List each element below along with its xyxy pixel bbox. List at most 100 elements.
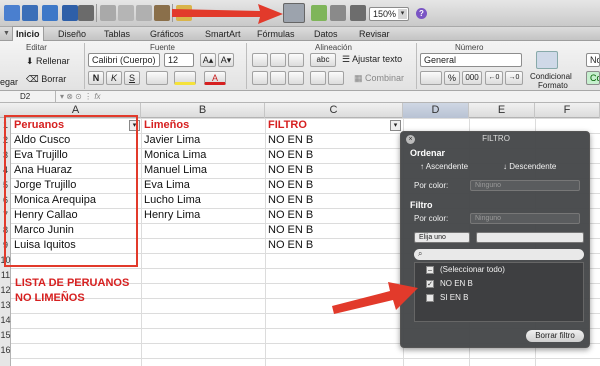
ribbon-collapse-icon[interactable]: ▼ (3, 30, 10, 37)
wrap-text-button[interactable]: ☰ Ajustar texto (342, 54, 402, 65)
row-header[interactable]: 12 (0, 285, 11, 295)
cell-style-good[interactable]: Co (586, 71, 600, 85)
bold-button[interactable]: N (88, 71, 104, 85)
align-center-button[interactable] (270, 71, 286, 85)
borders-button[interactable] (146, 71, 168, 85)
column-header-b[interactable]: B (141, 103, 265, 118)
cell-b1[interactable]: Limeños (144, 118, 189, 133)
row-header[interactable]: 15 (0, 330, 11, 340)
name-box[interactable]: D2 (0, 91, 56, 103)
filter-item-label[interactable]: NO EN B (440, 279, 473, 288)
paste-icon[interactable] (136, 5, 152, 21)
font-size-select[interactable]: 12 (164, 53, 194, 67)
print-icon[interactable] (78, 5, 94, 21)
indent-decrease-button[interactable] (310, 71, 326, 85)
filter-toggle-icon[interactable] (283, 3, 305, 23)
filter-item-checkbox[interactable] (426, 294, 434, 302)
filter-item-checkbox[interactable]: – (426, 266, 434, 274)
percent-button[interactable]: % (444, 71, 460, 85)
sort-color-select[interactable]: Ninguno (470, 180, 580, 191)
merge-button[interactable]: ▦ Combinar (354, 73, 404, 84)
align-bottom-button[interactable] (288, 53, 304, 67)
column-header-e[interactable]: E (469, 103, 535, 118)
indent-increase-button[interactable] (328, 71, 344, 85)
cut-icon[interactable] (100, 5, 116, 21)
italic-button[interactable]: K (106, 71, 122, 85)
paste-label[interactable]: egar (0, 77, 18, 87)
conditional-format-label2[interactable]: Formato (538, 81, 568, 90)
filter-item-label[interactable]: SI EN B (440, 293, 468, 302)
tab-graficos[interactable]: Gráficos (150, 27, 184, 41)
filter-active-icon[interactable]: ▾ (390, 120, 401, 131)
conditional-format-icon[interactable] (536, 51, 558, 69)
filtro-cell[interactable]: NO EN B (268, 133, 313, 148)
tab-tablas[interactable]: Tablas (104, 27, 130, 41)
underline-button[interactable]: S (124, 71, 140, 85)
clear-filter-button[interactable]: Borrar filtro (526, 330, 584, 342)
column-header-d[interactable]: D (403, 103, 469, 118)
limenos-cell[interactable]: Javier Lima (144, 133, 200, 148)
column-header-c[interactable]: C (265, 103, 403, 118)
fx-icon[interactable]: fx (94, 92, 100, 101)
toolbox-icon[interactable] (350, 5, 366, 21)
limenos-cell[interactable]: Eva Lima (144, 178, 190, 193)
limenos-cell[interactable]: Manuel Lima (144, 163, 207, 178)
filter-color-select[interactable]: Ninguno (470, 213, 580, 224)
row-header[interactable]: 11 (0, 270, 11, 280)
thousands-button[interactable]: 000 (462, 71, 482, 85)
filtro-cell[interactable]: NO EN B (268, 178, 313, 193)
tab-smartart[interactable]: SmartArt (205, 27, 241, 41)
font-shrink-button[interactable]: A▾ (218, 53, 234, 67)
orientation-button[interactable]: abc (310, 53, 336, 67)
align-left-button[interactable] (252, 71, 268, 85)
fill-button[interactable]: ⬇ Rellenar (26, 56, 70, 67)
save-icon[interactable] (62, 5, 78, 21)
filter-search-input[interactable]: ⌕ (414, 249, 584, 260)
gallery-icon[interactable] (330, 5, 346, 21)
font-name-select[interactable]: Calibri (Cuerpo) (88, 53, 160, 67)
cell-c1[interactable]: FILTRO (268, 118, 307, 133)
font-grow-button[interactable]: A▴ (200, 53, 216, 67)
currency-button[interactable] (420, 71, 442, 85)
tab-datos[interactable]: Datos (314, 27, 338, 41)
format-painter-icon[interactable] (154, 5, 170, 21)
condition-select[interactable]: Elija uno (414, 232, 470, 243)
fill-color-button[interactable] (174, 71, 196, 85)
tab-diseno[interactable]: Diseño (58, 27, 86, 41)
filtro-cell[interactable]: NO EN B (268, 193, 313, 208)
filtro-cell[interactable]: NO EN B (268, 163, 313, 178)
filtro-cell[interactable]: NO EN B (268, 238, 313, 253)
row-header[interactable]: 14 (0, 315, 11, 325)
number-format-select[interactable]: General (420, 53, 522, 67)
align-top-button[interactable] (252, 53, 268, 67)
zoom-chevron-icon[interactable]: ▾ (398, 9, 407, 19)
align-right-button[interactable] (288, 71, 304, 85)
sort-ascending[interactable]: ↑ Ascendente (420, 162, 468, 171)
filter-item-label[interactable]: (Seleccionar todo) (440, 265, 505, 274)
filtro-cell[interactable]: NO EN B (268, 148, 313, 163)
row-header[interactable]: 13 (0, 300, 11, 310)
cell-style-normal[interactable]: No (586, 53, 600, 67)
limenos-cell[interactable]: Monica Lima (144, 148, 206, 163)
limenos-cell[interactable]: Henry Lima (144, 208, 200, 223)
copy-icon[interactable] (118, 5, 134, 21)
filtro-cell[interactable]: NO EN B (268, 223, 313, 238)
zoom-select[interactable]: 150% ▾ (369, 7, 409, 21)
align-middle-button[interactable] (270, 53, 286, 67)
decimal-increase-button[interactable]: ←0 (485, 71, 503, 85)
limenos-cell[interactable]: Lucho Lima (144, 193, 201, 208)
sort-descending[interactable]: ↓ Descendente (503, 162, 556, 171)
new-workbook-icon[interactable] (4, 5, 20, 21)
function-icon[interactable] (311, 5, 327, 21)
column-header-f[interactable]: F (535, 103, 600, 118)
filter-item-checkbox[interactable]: ✓ (426, 280, 434, 288)
tab-revisar[interactable]: Revisar (359, 27, 390, 41)
tab-formulas[interactable]: Fórmulas (257, 27, 295, 41)
font-color-button[interactable]: A (204, 71, 226, 85)
clear-button[interactable]: ⌫ Borrar (26, 74, 66, 85)
decimal-decrease-button[interactable]: →0 (505, 71, 523, 85)
open-icon[interactable] (42, 5, 58, 21)
conditional-format-label1[interactable]: Condicional (530, 72, 572, 81)
filtro-cell[interactable]: NO EN B (268, 208, 313, 223)
help-icon[interactable]: ? (416, 8, 427, 19)
